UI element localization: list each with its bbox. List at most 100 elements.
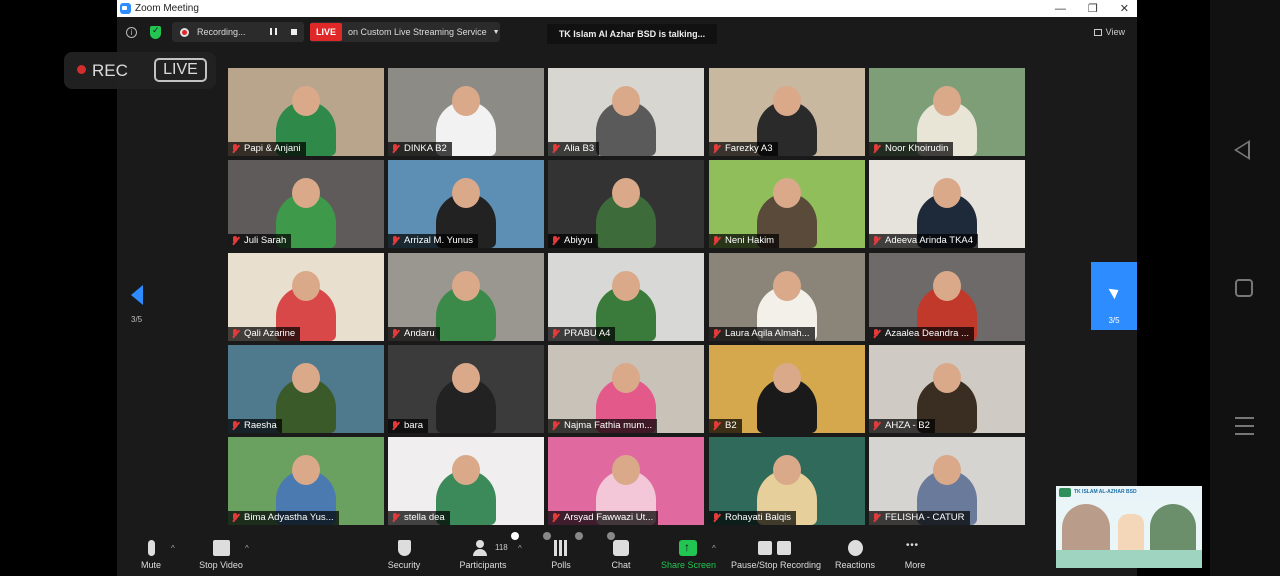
participant-tile[interactable]: AHZA - B2 bbox=[869, 345, 1025, 433]
participant-head bbox=[773, 178, 801, 208]
participant-name-label: Bima Adyastha Yus... bbox=[228, 511, 339, 525]
participant-tile[interactable]: FELISHA - CATUR bbox=[869, 437, 1025, 525]
minimize-icon[interactable]: — bbox=[1055, 3, 1066, 15]
participant-name-label: Raesha bbox=[228, 419, 282, 433]
participant-name: Bima Adyastha Yus... bbox=[244, 512, 334, 523]
reactions-button[interactable]: Reactions bbox=[833, 540, 877, 570]
mic-muted-icon bbox=[712, 513, 721, 523]
participant-tile[interactable]: B2 bbox=[709, 345, 865, 433]
previous-page-arrow-icon[interactable] bbox=[131, 285, 143, 305]
video-options-caret-icon[interactable]: ^ bbox=[245, 544, 249, 553]
back-icon[interactable] bbox=[1234, 140, 1250, 160]
previous-page-number: 3/5 bbox=[131, 315, 143, 324]
microphone-icon bbox=[147, 540, 155, 556]
participant-tile[interactable]: Rohayati Balqis bbox=[709, 437, 865, 525]
more-button[interactable]: More bbox=[903, 540, 927, 570]
participant-name-label: FELISHA - CATUR bbox=[869, 511, 970, 525]
reactions-label: Reactions bbox=[834, 560, 876, 570]
live-label: LIVE bbox=[154, 58, 207, 82]
mic-muted-icon bbox=[872, 236, 881, 246]
participant-tile[interactable]: Laura Aqila Almah... bbox=[709, 253, 865, 341]
polls-button[interactable]: Polls bbox=[549, 540, 573, 570]
close-icon[interactable]: ✕ bbox=[1120, 2, 1129, 15]
polls-label: Polls bbox=[551, 560, 571, 570]
participant-tile[interactable]: Najma Fathia mum... bbox=[548, 345, 704, 433]
next-page-button[interactable]: 3/5 bbox=[1091, 262, 1137, 330]
participant-head bbox=[292, 178, 320, 208]
pip-floor bbox=[1056, 550, 1202, 568]
mic-muted-icon bbox=[551, 236, 560, 246]
recording-label: Recording... bbox=[197, 27, 246, 37]
mute-button[interactable]: Mute bbox=[141, 540, 161, 570]
stop-recording-icon[interactable] bbox=[291, 29, 297, 35]
participant-head bbox=[612, 86, 640, 116]
participant-tile[interactable]: Neni Hakim bbox=[709, 160, 865, 248]
participant-tile[interactable]: Raesha bbox=[228, 345, 384, 433]
security-button[interactable]: Security bbox=[387, 540, 421, 570]
participant-name: stella dea bbox=[404, 512, 445, 523]
participant-tile[interactable]: Papi & Anjani bbox=[228, 68, 384, 156]
participant-name: Abiyyu bbox=[564, 235, 593, 246]
share-screen-button[interactable]: Share Screen bbox=[661, 540, 716, 570]
participant-tile[interactable]: Adeeva Arinda TKA4 bbox=[869, 160, 1025, 248]
school-logo-icon bbox=[1059, 488, 1071, 497]
stop-video-button[interactable]: Stop Video bbox=[197, 540, 245, 570]
participant-name-label: AHZA - B2 bbox=[869, 419, 935, 433]
participant-tile[interactable]: Arrizal M. Yunus bbox=[388, 160, 544, 248]
page-dot bbox=[511, 532, 519, 540]
mic-muted-icon bbox=[231, 329, 240, 339]
participant-name-label: Farezky A3 bbox=[709, 142, 778, 156]
participant-tile[interactable]: Azaalea Deandra ... bbox=[869, 253, 1025, 341]
participant-head bbox=[452, 178, 480, 208]
participant-head bbox=[773, 271, 801, 301]
participant-head bbox=[773, 455, 801, 485]
participant-name: AHZA - B2 bbox=[885, 420, 930, 431]
audio-options-caret-icon[interactable]: ^ bbox=[171, 544, 175, 553]
participant-name-label: PRABU A4 bbox=[548, 327, 616, 341]
share-options-caret-icon[interactable]: ^ bbox=[712, 544, 716, 553]
pause-recording-icon[interactable] bbox=[270, 28, 277, 35]
participants-options-caret-icon[interactable]: ^ bbox=[518, 544, 522, 553]
participant-tile[interactable]: bara bbox=[388, 345, 544, 433]
page-dot bbox=[575, 532, 583, 540]
pause-stop-recording-button[interactable]: Pause/Stop Recording bbox=[731, 540, 822, 570]
participant-tile[interactable]: Juli Sarah bbox=[228, 160, 384, 248]
participant-tile[interactable]: Farezky A3 bbox=[709, 68, 865, 156]
encryption-shield-icon[interactable] bbox=[150, 25, 161, 39]
mic-muted-icon bbox=[872, 329, 881, 339]
meeting-toolbar: Mute ^ Stop Video ^ Security Participant… bbox=[117, 530, 1137, 576]
participant-tile[interactable]: stella dea bbox=[388, 437, 544, 525]
participant-tile[interactable]: Noor Khoirudin bbox=[869, 68, 1025, 156]
participant-head bbox=[933, 363, 961, 393]
participant-tile[interactable]: Arsyad Fawwazi Ut... bbox=[548, 437, 704, 525]
view-button[interactable]: View bbox=[1093, 27, 1125, 37]
participant-name-label: Laura Aqila Almah... bbox=[709, 327, 815, 341]
info-icon[interactable]: i bbox=[126, 27, 137, 38]
home-icon[interactable] bbox=[1235, 279, 1253, 297]
participant-name: Raesha bbox=[244, 420, 277, 431]
chat-button[interactable]: Chat bbox=[609, 540, 633, 570]
mic-muted-icon bbox=[872, 421, 881, 431]
participant-head bbox=[933, 271, 961, 301]
floating-video-thumbnail[interactable]: TK ISLAM AL-AZHAR BSD bbox=[1056, 486, 1202, 568]
participant-tile[interactable]: Bima Adyastha Yus... bbox=[228, 437, 384, 525]
participant-tile[interactable]: PRABU A4 bbox=[548, 253, 704, 341]
participant-name-label: Papi & Anjani bbox=[228, 142, 306, 156]
participant-tile[interactable]: Abiyyu bbox=[548, 160, 704, 248]
participant-name: B2 bbox=[725, 420, 737, 431]
participant-name-label: Abiyyu bbox=[548, 234, 598, 248]
pause-stop-recording-label: Pause/Stop Recording bbox=[731, 560, 822, 570]
live-stream-indicator[interactable]: LIVE on Custom Live Streaming Service ▼ bbox=[310, 22, 500, 42]
participant-tile[interactable]: Qali Azarine bbox=[228, 253, 384, 341]
participant-tile[interactable]: DINKA B2 bbox=[388, 68, 544, 156]
recording-indicator: Recording... bbox=[172, 22, 304, 42]
participant-name: Adeeva Arinda TKA4 bbox=[885, 235, 974, 246]
participant-tile[interactable]: Andaru bbox=[388, 253, 544, 341]
recents-icon[interactable] bbox=[1235, 417, 1254, 435]
live-badge: LIVE bbox=[310, 23, 343, 41]
restore-icon[interactable]: ❐ bbox=[1088, 2, 1098, 15]
participant-tile[interactable]: Alia B3 bbox=[548, 68, 704, 156]
participant-head bbox=[452, 86, 480, 116]
participants-count: 118 bbox=[495, 543, 508, 552]
more-dots-icon bbox=[906, 540, 924, 556]
